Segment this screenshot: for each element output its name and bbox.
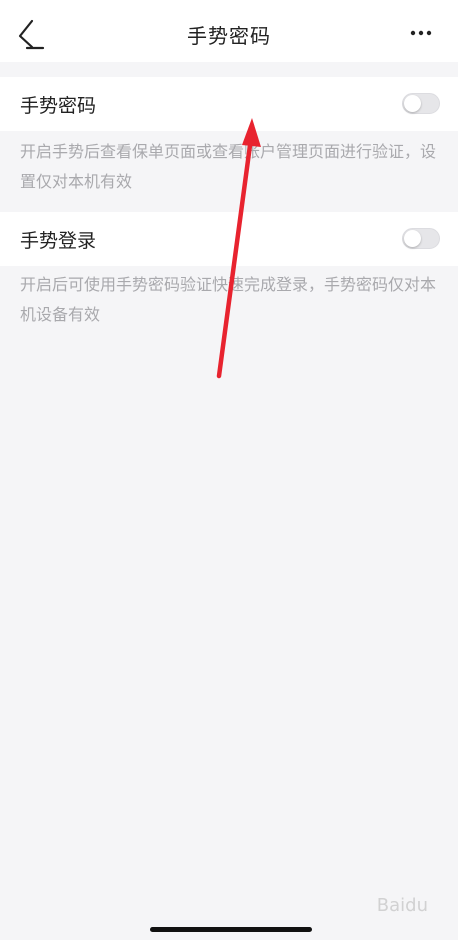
gesture-login-label: 手势登录 <box>20 230 97 252</box>
watermark-logo: Baidu <box>376 895 428 916</box>
toggle-knob <box>404 230 421 247</box>
home-indicator <box>150 927 312 932</box>
gesture-password-label: 手势密码 <box>20 95 97 117</box>
gesture-password-toggle[interactable] <box>402 93 440 114</box>
more-button[interactable] <box>406 18 436 48</box>
more-horizontal-icon <box>410 30 432 36</box>
page-title: 手势密码 <box>187 24 271 48</box>
gesture-password-hint: 开启手势后查看保单页面或查看账户管理页面进行验证，设置仅对本机有效 <box>20 142 437 191</box>
nav-bar: 手势密码 <box>0 0 458 62</box>
gesture-login-row: 手势登录 <box>0 212 458 266</box>
gesture-password-row: 手势密码 <box>0 77 458 131</box>
gesture-login-toggle[interactable] <box>402 228 440 249</box>
toggle-knob <box>404 95 421 112</box>
gesture-login-hint: 开启后可使用手势密码验证快速完成登录，手势密码仅对本机设备有效 <box>20 275 437 324</box>
